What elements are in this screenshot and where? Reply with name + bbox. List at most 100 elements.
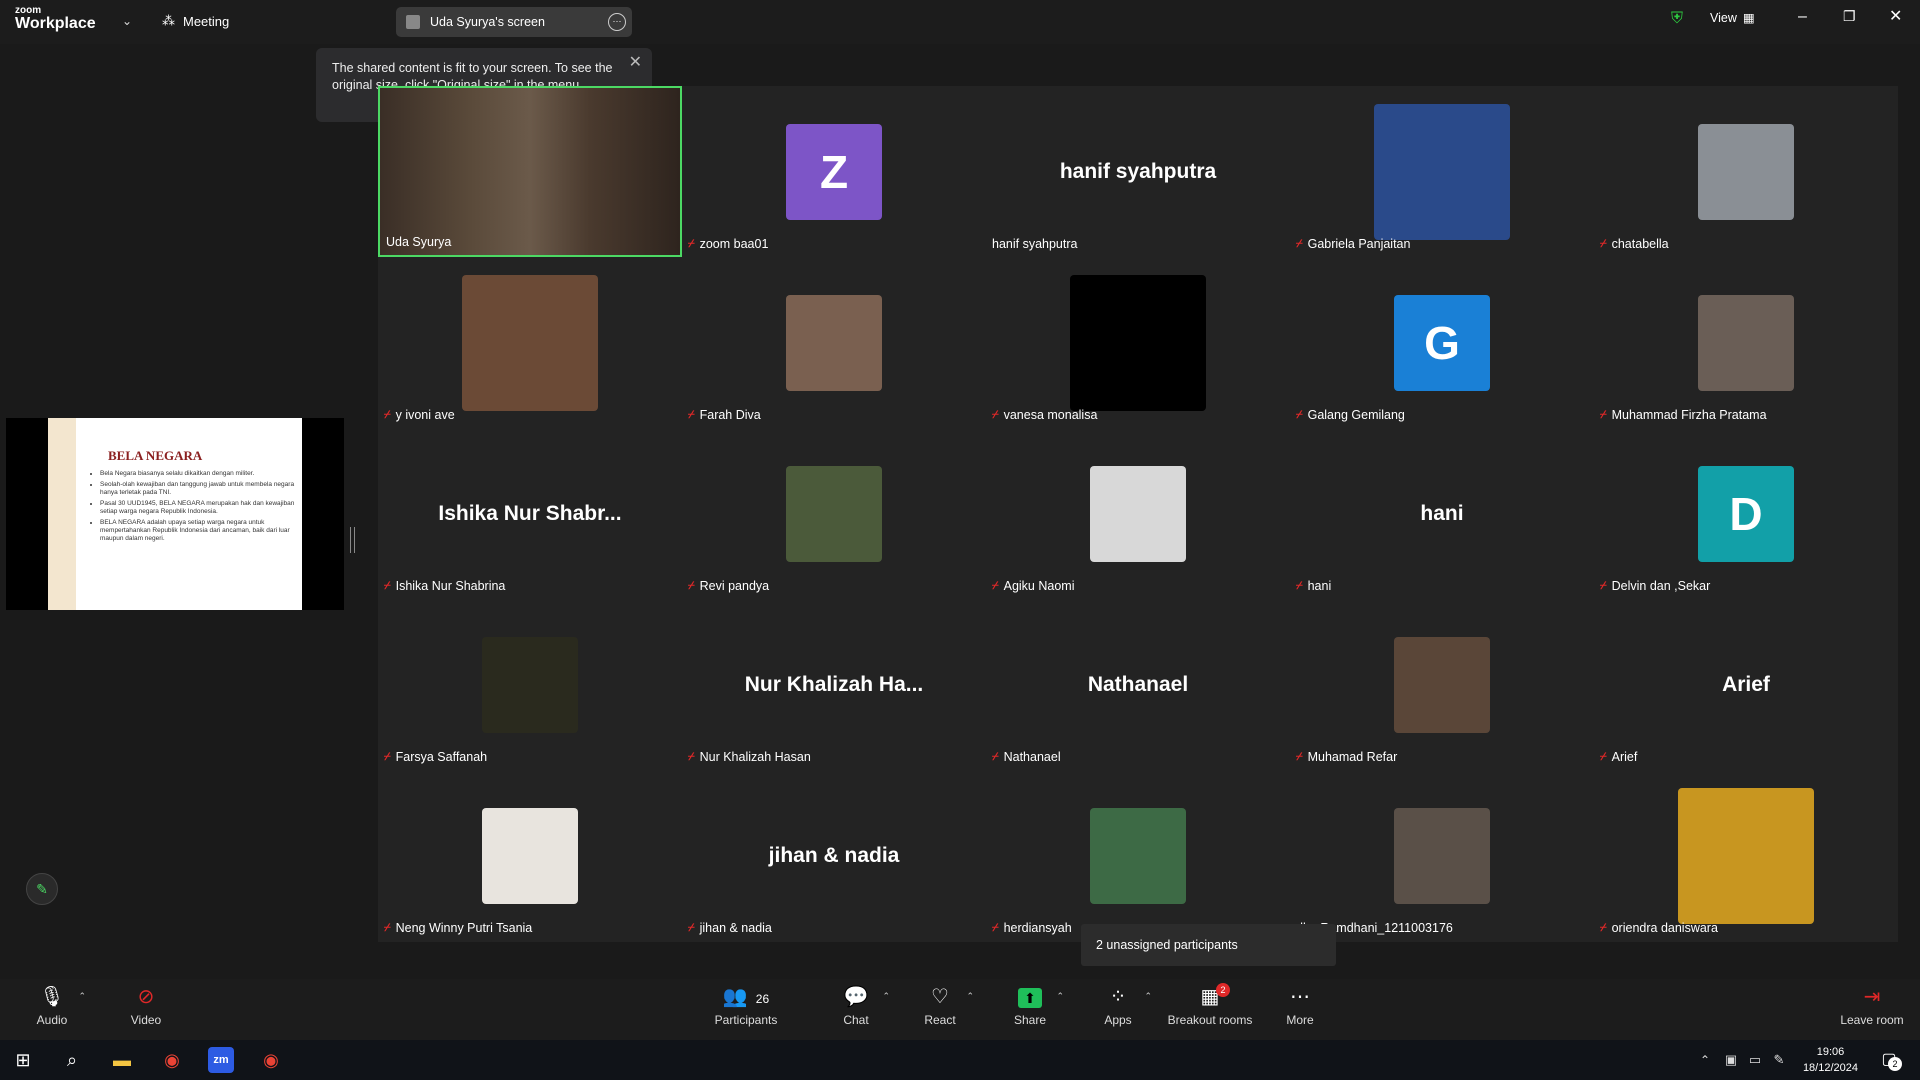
participant-tile[interactable]: ⌿ Neng Winny Putri Tsania	[378, 770, 682, 941]
participant-display-name: hani	[1420, 501, 1464, 525]
audio-button[interactable]: 🎙 Audio ⌃	[32, 979, 86, 1040]
windows-start-icon[interactable]: ⊞	[10, 1047, 36, 1073]
participant-name: Neng Winny Putri Tsania	[395, 921, 533, 935]
mic-muted-icon: ⌿	[1600, 579, 1607, 592]
participant-tile[interactable]: hani ⌿ hani	[1290, 428, 1594, 599]
zoom-app-icon[interactable]: zm	[208, 1047, 234, 1073]
breakout-rooms-button[interactable]: ▦ 2 Breakout rooms	[1164, 979, 1256, 1040]
screen-thumb-icon	[406, 15, 420, 29]
title-bar: zoom Workplace ⌄ ⁂ Meeting Uda Syurya's …	[0, 0, 1920, 44]
unassigned-participants-popup[interactable]: 2 unassigned participants	[1081, 924, 1336, 966]
participant-tile[interactable]: ⌿ Revi pandya	[682, 428, 986, 599]
participant-tile[interactable]: hanif syahputra hanif syahputra	[986, 86, 1290, 257]
mic-muted-icon: ⌿	[1600, 921, 1607, 934]
participant-tile[interactable]: Arief ⌿ Arief	[1594, 599, 1898, 770]
chat-options-caret-icon[interactable]: ⌃	[882, 991, 890, 1002]
audio-options-caret-icon[interactable]: ⌃	[78, 991, 86, 1002]
participant-tile[interactable]: Nathanael ⌿ Nathanael	[986, 599, 1290, 770]
participant-avatar: Z	[786, 123, 882, 220]
react-options-caret-icon[interactable]: ⌃	[966, 991, 974, 1002]
participant-tile[interactable]: D ⌿ Delvin dan ,Sekar	[1594, 428, 1898, 599]
leave-room-button[interactable]: ⇥ Leave room	[1836, 979, 1908, 1040]
close-tooltip-icon[interactable]: ✕	[629, 54, 642, 71]
participant-label: ⌿ Farsya Saffanah	[384, 750, 487, 764]
search-icon[interactable]: ⌕	[59, 1047, 85, 1073]
participant-tile[interactable]: Uda Syurya	[378, 86, 682, 257]
participant-name: Revi pandya	[699, 579, 770, 593]
file-explorer-icon[interactable]: ▬	[109, 1047, 135, 1073]
participant-photo	[1678, 787, 1814, 924]
more-options-icon[interactable]: ···	[608, 13, 626, 31]
mic-muted-icon: ⌿	[1296, 408, 1303, 421]
close-window-icon[interactable]: ✕	[1889, 6, 1902, 26]
chrome-icon[interactable]: ◉	[159, 1047, 185, 1073]
mic-muted-icon: ⌿	[384, 750, 391, 763]
participants-label: Participants	[714, 1013, 778, 1027]
annotate-pencil-icon[interactable]: ✎	[26, 873, 58, 905]
participant-tile[interactable]: ⌿ Agiku Naomi	[986, 428, 1290, 599]
mic-muted-icon: ⌿	[1296, 750, 1303, 763]
share-button[interactable]: ⬆ Share ⌃	[1010, 979, 1064, 1040]
chrome-profile-icon[interactable]: ◉	[258, 1047, 284, 1073]
video-off-icon: ⊘	[137, 986, 155, 1008]
encryption-shield-icon[interactable]: ⛨	[1671, 10, 1683, 28]
apps-options-caret-icon[interactable]: ⌃	[1144, 991, 1152, 1002]
mic-muted-icon: ⌿	[688, 237, 695, 250]
participant-tile[interactable]: ⌿ Muhamad Refar	[1290, 599, 1594, 770]
view-button[interactable]: View ▦	[1710, 10, 1755, 26]
apps-button[interactable]: ⁘ Apps ⌃	[1098, 979, 1152, 1040]
participant-tile[interactable]: ⌿ Farah Diva	[682, 257, 986, 428]
participant-tile[interactable]: Z ⌿ zoom baa01	[682, 86, 986, 257]
participant-tile[interactable]: ⌿ chatabella	[1594, 86, 1898, 257]
participant-tile[interactable]: Ishika Nur Shabr... ⌿ Ishika Nur Shabrina	[378, 428, 682, 599]
tray-app-icon[interactable]: ▣	[1718, 1047, 1744, 1073]
participant-tile[interactable]: Nur Khalizah Ha... ⌿ Nur Khalizah Hasan	[682, 599, 986, 770]
video-button[interactable]: ⊘ Video	[126, 979, 166, 1040]
participant-tile[interactable]: G ⌿ Galang Gemilang	[1290, 257, 1594, 428]
participant-name: jihan & nadia	[699, 921, 772, 935]
meeting-menu[interactable]: ⁂ Meeting	[162, 13, 229, 29]
participant-name: oriendra daniswara	[1611, 921, 1718, 935]
participant-display-name: Arief	[1722, 672, 1770, 696]
minimize-icon[interactable]: –	[1798, 8, 1807, 26]
mic-muted-icon: ⌿	[992, 750, 999, 763]
pen-icon[interactable]: ✎	[1766, 1047, 1792, 1073]
participants-button[interactable]: 👥 26 Participants	[710, 979, 782, 1040]
share-arrow-icon: ⬆	[1010, 979, 1050, 1011]
notification-icon[interactable]: ▢2	[1876, 1047, 1902, 1073]
chat-label: Chat	[843, 1013, 869, 1027]
participant-tile[interactable]: dha Ramdhani_1211003176	[1290, 770, 1594, 941]
participant-tile[interactable]: ⌿ herdiansyah	[986, 770, 1290, 941]
participant-label: ⌿ Nathanael	[992, 750, 1061, 764]
participant-tile[interactable]: ⌿ oriendra daniswara	[1594, 770, 1898, 941]
network-icon[interactable]: ▭	[1742, 1047, 1768, 1073]
participant-tile[interactable]: ⌿ y ivoni ave	[378, 257, 682, 428]
participant-photo	[786, 465, 882, 562]
participant-name: chatabella	[1611, 237, 1669, 251]
clock[interactable]: 19:06 18/12/2024	[1803, 1044, 1858, 1076]
more-label: More	[1286, 1013, 1314, 1027]
tray-overflow-icon[interactable]: ⌃	[1692, 1047, 1718, 1073]
shared-content-panel[interactable]: BELA NEGARA Bela Negara biasanya selalu …	[6, 418, 344, 610]
restore-icon[interactable]: ❐	[1843, 8, 1856, 25]
participant-tile[interactable]: ⌿ Farsya Saffanah	[378, 599, 682, 770]
chat-button[interactable]: 💬 Chat ⌃	[836, 979, 890, 1040]
participant-display-name: Nathanael	[1087, 672, 1189, 696]
participant-photo	[1394, 807, 1490, 904]
participant-photo	[1698, 123, 1794, 220]
share-options-caret-icon[interactable]: ⌃	[1056, 991, 1064, 1002]
participant-tile[interactable]: ⌿ Muhammad Firzha Pratama	[1594, 257, 1898, 428]
participant-tile[interactable]: ⌿ vanesa monalisa	[986, 257, 1290, 428]
participant-avatar: G	[1394, 294, 1490, 391]
more-button[interactable]: ⋯ More	[1280, 979, 1320, 1040]
participant-name: Nathanael	[1003, 750, 1061, 764]
participant-tile[interactable]: jihan & nadia ⌿ jihan & nadia	[682, 770, 986, 941]
participant-photo	[1090, 807, 1186, 904]
participant-name: Galang Gemilang	[1307, 408, 1405, 422]
chevron-down-icon[interactable]: ⌄	[122, 14, 132, 28]
react-button[interactable]: ♡ React ⌃	[920, 979, 974, 1040]
breakout-badge: 2	[1216, 983, 1230, 997]
shared-screen-pill[interactable]: Uda Syurya's screen ···	[396, 7, 632, 37]
panel-resize-handle[interactable]	[350, 527, 355, 553]
participant-tile[interactable]: ⌿ Gabriela Panjaitan	[1290, 86, 1594, 257]
